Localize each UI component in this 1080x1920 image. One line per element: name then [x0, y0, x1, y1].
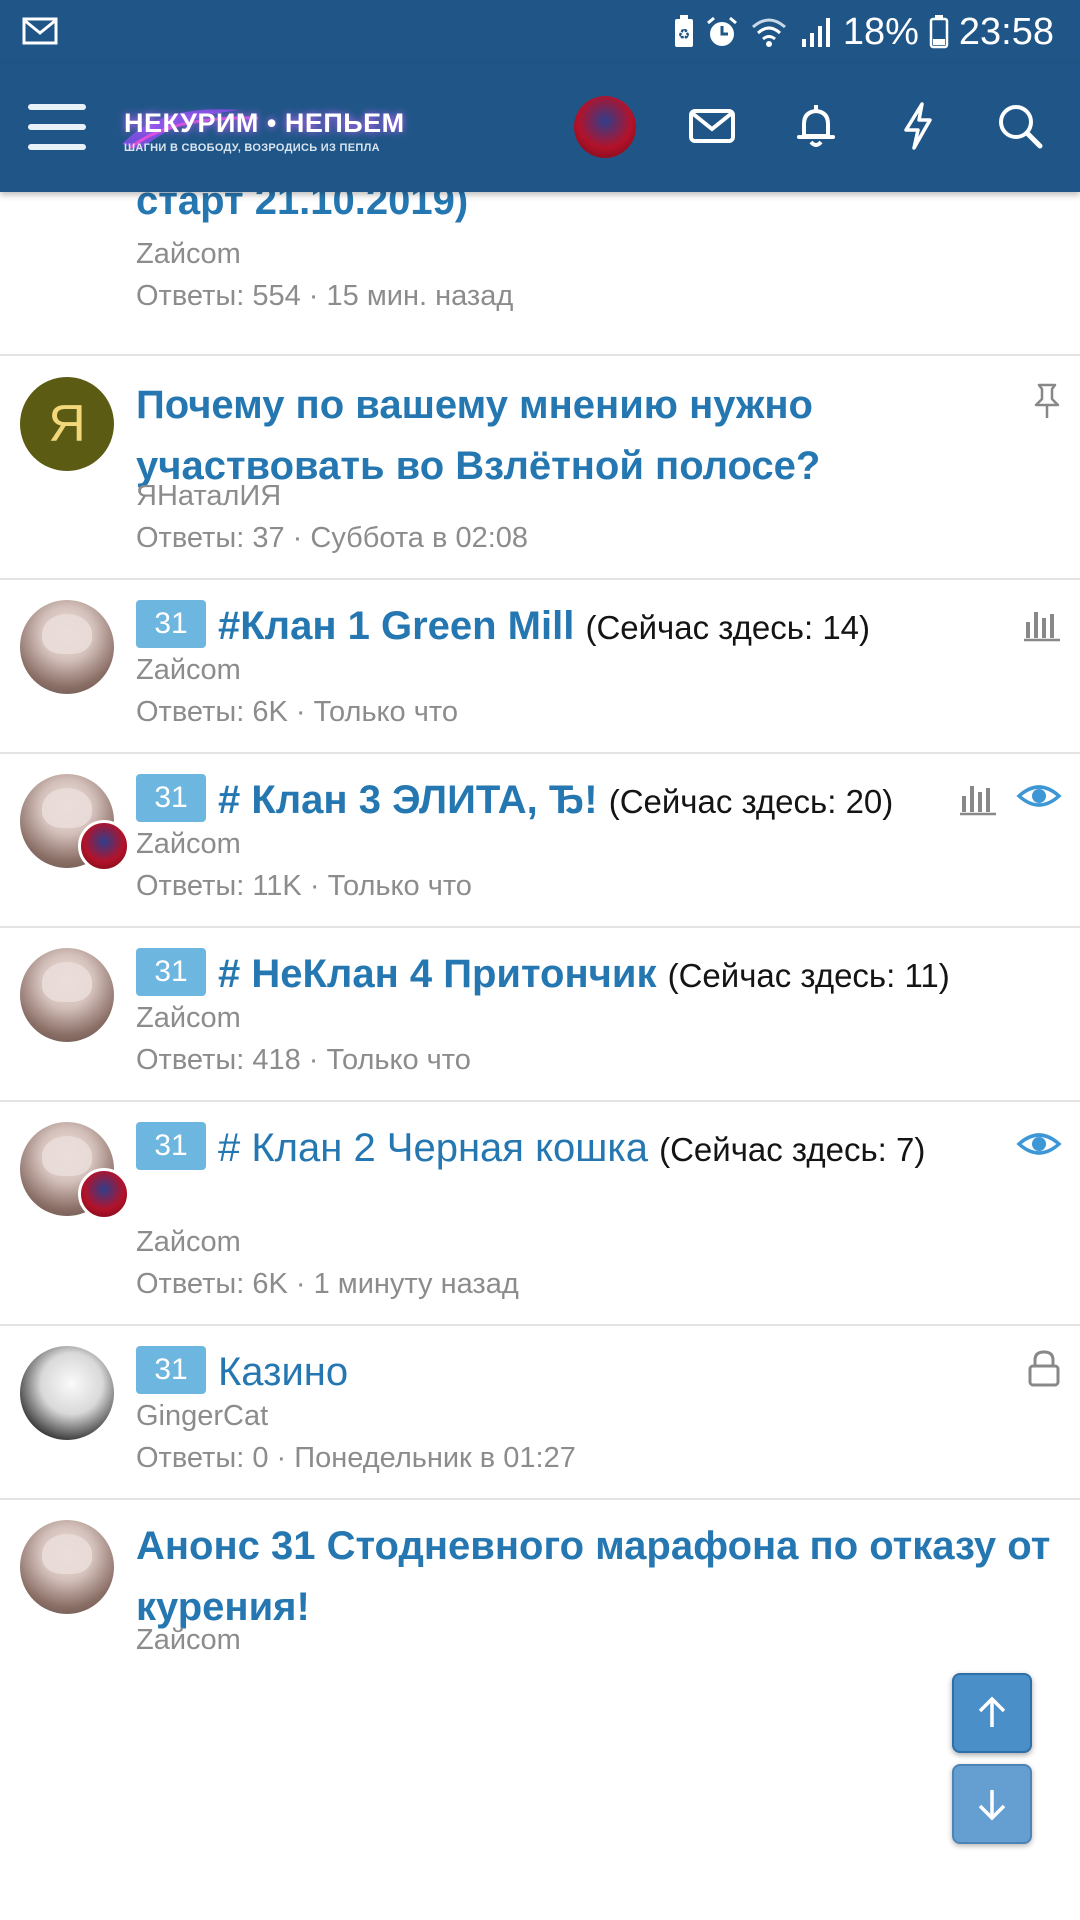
lock-icon: [1028, 1350, 1060, 1387]
thread-meta: Ответы: 418 · Только что: [136, 1044, 471, 1076]
viewers-count: (Сейчас здесь: 7): [659, 1131, 926, 1168]
last-post-time[interactable]: Только что: [314, 696, 458, 728]
reply-count: Ответы: 37: [136, 522, 285, 554]
clock: 23:58: [958, 10, 1054, 53]
thread-meta: Ответы: 37 · Суббота в 02:08: [136, 522, 529, 554]
thread-title-text[interactable]: # Клан 3 ЭЛИТА, Ђ!: [218, 778, 598, 822]
alarm-icon: [706, 16, 737, 46]
thread-title[interactable]: Анонс 31 Стодневного марафона по отказу …: [136, 1516, 1066, 1638]
avatar: [78, 820, 130, 872]
reply-count: Ответы: 0: [136, 1442, 269, 1474]
reply-count: Ответы: 6K: [136, 1268, 288, 1300]
thread-row[interactable]: 31 # Клан 3 ЭЛИТА, Ђ! (Сейчас здесь: 20) …: [0, 754, 1080, 928]
thread-row[interactable]: 31 Казино GingerCat Ответы: 0 · Понедельн…: [0, 1326, 1080, 1500]
thread-title[interactable]: Почему по вашему мнению нужно участвоват…: [136, 375, 996, 497]
thread-prefix[interactable]: 31: [136, 1346, 206, 1395]
pin-icon: [1034, 383, 1060, 418]
app-header: НЕКУРИМ • НЕПЬЕМ ШАГНИ В СВОБОДУ, ВОЗРОД…: [0, 64, 1080, 192]
reply-count: Ответы: 554: [136, 280, 301, 312]
thread-author[interactable]: Zайcom: [136, 828, 241, 861]
mail-icon[interactable]: [686, 100, 738, 152]
scroll-down-button[interactable]: [952, 1764, 1032, 1844]
thread-author[interactable]: Zайcom: [136, 238, 241, 271]
avatar[interactable]: [20, 1520, 114, 1614]
reply-count: Ответы: 418: [136, 1044, 301, 1076]
thread-row[interactable]: 31 #Клан 1 Green Mill (Сейчас здесь: 14) …: [0, 580, 1080, 754]
scroll-down-icon: [978, 1790, 1006, 1821]
avatar[interactable]: [20, 600, 114, 694]
reply-count: Ответы: 6K: [136, 696, 288, 728]
mail-icon: [22, 17, 58, 45]
thread-meta: Ответы: 6K · Только что: [136, 696, 458, 728]
search-icon[interactable]: [994, 100, 1046, 152]
avatar[interactable]: [574, 96, 636, 158]
eye-icon: [1016, 785, 1062, 807]
site-logo[interactable]: НЕКУРИМ • НЕПЬЕМ ШАГНИ В СВОБОДУ, ВОЗРОД…: [120, 100, 404, 160]
thread-row[interactable]: Анонс 31 Стодневного марафона по отказу …: [0, 1500, 1080, 1920]
thread-meta: Ответы: 554 · 15 мин. назад: [136, 280, 514, 312]
thread-author[interactable]: GingerCat: [136, 1400, 268, 1433]
thread-meta: Ответы: 6K · 1 минуту назад: [136, 1268, 519, 1300]
battery-saver-icon: ♻: [674, 15, 693, 47]
viewers-count: (Сейчас здесь: 11): [667, 957, 950, 994]
scroll-up-icon: [978, 1696, 1006, 1727]
thread-title[interactable]: 31 # Клан 2 Черная кошка (Сейчас здесь: 7…: [136, 1118, 996, 1180]
thread-prefix[interactable]: 31: [136, 600, 206, 649]
thread-row[interactable]: Я Почему по вашему мнению нужно участвов…: [0, 356, 1080, 580]
thread-title-text[interactable]: # НеКлан 4 Притончик: [218, 952, 656, 996]
reply-count: Ответы: 11K: [136, 870, 302, 902]
thread-author[interactable]: Zайcom: [136, 1624, 241, 1657]
thread-author[interactable]: Zайcom: [136, 1002, 241, 1035]
poll-icon: [1024, 612, 1060, 642]
thread-title[interactable]: 31 # НеКлан 4 Притончик (Сейчас здесь: 11…: [136, 944, 1056, 1006]
thread-prefix[interactable]: 31: [136, 1122, 206, 1171]
bell-icon[interactable]: [790, 100, 842, 152]
thread-author[interactable]: Zайcom: [136, 1226, 241, 1259]
thread-author[interactable]: Zайcom: [136, 654, 241, 687]
last-post-time[interactable]: Суббота в 02:08: [310, 522, 528, 554]
wifi-icon: [751, 18, 786, 47]
poll-icon: [960, 786, 996, 816]
thread-row[interactable]: 31 # НеКлан 4 Притончик (Сейчас здесь: 11…: [0, 928, 1080, 1102]
battery-percent: 18%: [842, 10, 919, 53]
status-bar: ♻ 18% 23:58: [0, 0, 1080, 64]
thread-title[interactable]: 31 Казино: [136, 1342, 1056, 1403]
logo-title: НЕКУРИМ • НЕПЬЕМ: [124, 108, 405, 138]
thread-title[interactable]: 31 # Клан 3 ЭЛИТА, Ђ! (Сейчас здесь: 20): [136, 770, 936, 832]
signal-icon: [801, 18, 830, 47]
logo-subtitle: ШАГНИ В СВОБОДУ, ВОЗРОДИСЬ ИЗ ПЕПЛА: [124, 142, 380, 154]
thread-meta: Ответы: 0 · Понедельник в 01:27: [136, 1442, 576, 1474]
thread-meta: Ответы: 11K · Только что: [136, 870, 472, 902]
viewers-count: (Сейчас здесь: 20): [608, 783, 894, 820]
thread-title-text[interactable]: # Клан 2 Черная кошка: [218, 1126, 648, 1170]
thread-prefix[interactable]: 31: [136, 774, 206, 823]
thread-author[interactable]: ЯНаталИЯ: [136, 480, 281, 513]
svg-text:♻: ♻: [678, 27, 691, 43]
thread-title-text[interactable]: #Клан 1 Green Mill: [218, 604, 574, 648]
thread-title[interactable]: 31 #Клан 1 Green Mill (Сейчас здесь: 14): [136, 596, 1056, 658]
avatar: [78, 1168, 130, 1220]
thread-row[interactable]: 31 # Клан 2 Черная кошка (Сейчас здесь: 7…: [0, 1102, 1080, 1326]
eye-icon: [1016, 1133, 1062, 1155]
last-post-time[interactable]: Только что: [327, 1044, 471, 1076]
last-post-time[interactable]: 15 мин. назад: [327, 280, 514, 312]
last-post-time[interactable]: Только что: [328, 870, 472, 902]
battery-icon: [929, 15, 949, 49]
viewers-count: (Сейчас здесь: 14): [585, 609, 871, 646]
bolt-icon[interactable]: [892, 100, 944, 152]
avatar[interactable]: Я: [20, 377, 114, 471]
scroll-up-button[interactable]: [952, 1673, 1032, 1753]
menu-icon[interactable]: [28, 102, 86, 152]
thread-prefix[interactable]: 31: [136, 948, 206, 997]
thread-title-text[interactable]: Казино: [218, 1350, 348, 1394]
avatar[interactable]: [20, 948, 114, 1042]
last-post-time[interactable]: Понедельник в 01:27: [294, 1442, 576, 1474]
avatar[interactable]: [20, 1346, 114, 1440]
last-post-time[interactable]: 1 минуту назад: [314, 1268, 519, 1300]
